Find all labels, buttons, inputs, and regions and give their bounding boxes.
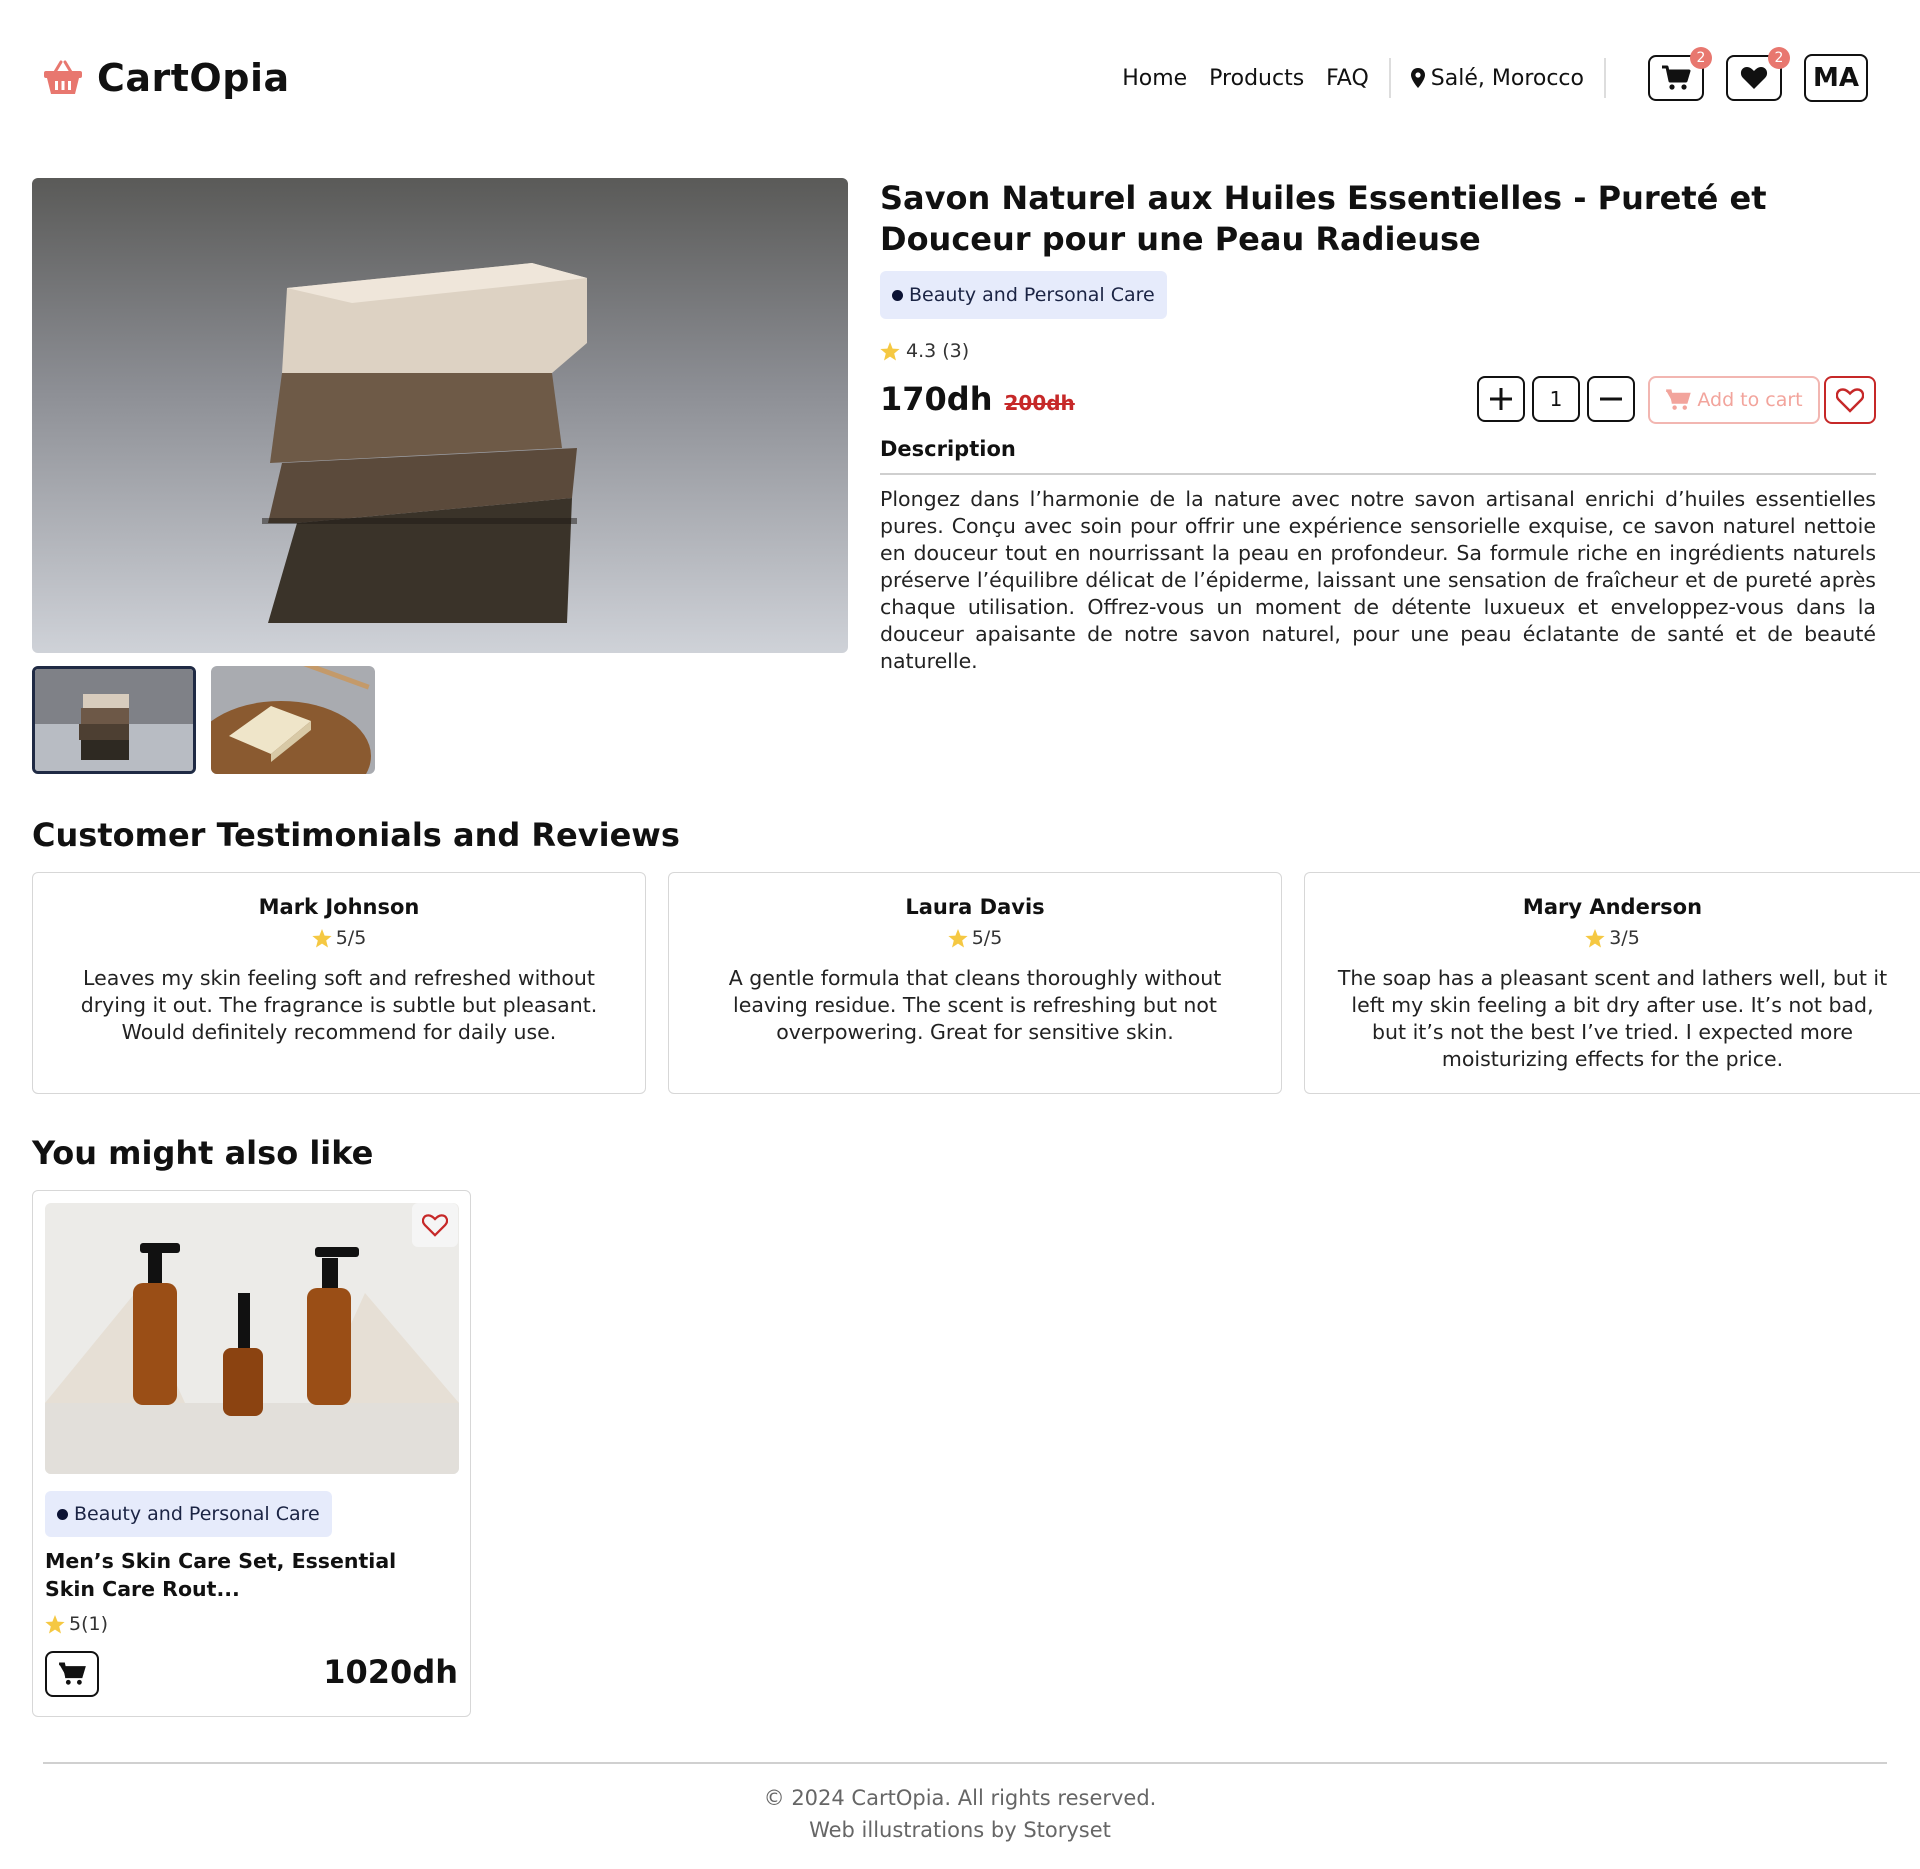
cart-count-badge: 2 [1690,47,1712,69]
brand-name: CartOpia [97,56,290,100]
product-price: 170dh 200dh [880,380,1075,418]
quantity-value[interactable]: 1 [1532,376,1580,422]
basket-icon [44,60,82,94]
footer-divider [43,1762,1887,1764]
star-icon [880,341,900,360]
review-score-value: 5/5 [971,927,1003,949]
location-label: Salé, Morocco [1430,65,1584,91]
cart-icon [59,1662,86,1685]
nav-divider [1604,58,1606,98]
add-to-cart-button[interactable]: Add to cart [1648,376,1820,424]
nav-home-link[interactable]: Home [1122,66,1187,91]
decrease-quantity-button[interactable] [1587,376,1635,422]
cart-button[interactable]: 2 [1648,47,1712,101]
star-icon [948,928,968,947]
rating-value: 4.3 (3) [906,340,970,362]
site-header: CartOpia Home Products FAQ Salé, Morocco… [0,0,1920,156]
current-price: 170dh [880,380,993,418]
review-score: 5/5 [33,927,645,949]
increase-quantity-button[interactable] [1477,376,1525,422]
product-card-image [45,1203,459,1474]
nav-divider [1388,58,1391,98]
heart-icon [1740,67,1768,89]
minus-icon [1600,397,1622,401]
footer-credit[interactable]: Web illustrations by Storyset [0,1818,1920,1842]
product-card-rating: 5(1) [45,1613,108,1635]
nav-faq-link[interactable]: FAQ [1326,66,1369,91]
main-nav: Home Products FAQ Salé, Morocco 2 2 MA [1122,47,1868,102]
product-card[interactable]: Beauty and Personal Care Men’s Skin Care… [32,1190,471,1717]
plus-icon [1490,388,1512,410]
star-icon [1585,928,1605,947]
review-card: Mary Anderson 3/5 The soap has a pleasan… [1304,872,1920,1094]
description-divider [880,473,1876,475]
product-main-image [32,178,848,653]
category-label: Beauty and Personal Care [909,284,1155,306]
review-score: 5/5 [669,927,1281,949]
product-card-price: 1020dh [323,1653,458,1691]
serum-bottles-photo [45,1203,459,1474]
wishlist-button[interactable]: 2 [1726,47,1790,101]
add-to-wishlist-button[interactable] [1824,376,1876,424]
original-price: 200dh [1004,391,1075,415]
review-text: A gentle formula that cleans thoroughly … [728,966,1222,1044]
soap-bar-thumbnail [211,666,375,774]
cart-icon [1666,389,1692,410]
footer-copyright: © 2024 CartOpia. All rights reserved. [763,1786,1157,1810]
quantity-stepper: 1 [1477,376,1635,422]
wishlist-count-badge: 2 [1768,47,1790,69]
reviewer-name: Mark Johnson [258,895,420,919]
category-badge[interactable]: Beauty and Personal Care [880,271,1167,319]
product-rating: 4.3 (3) [880,340,969,362]
favorite-button[interactable] [412,1203,458,1247]
description-heading: Description [880,437,1016,461]
category-dot-icon [892,289,903,301]
soap-stack-photo [32,178,848,653]
nav-products-link[interactable]: Products [1209,66,1304,91]
product-title: Savon Naturel aux Huiles Essentielles - … [880,179,1767,258]
category-label: Beauty and Personal Care [74,1503,320,1525]
cart-icon [1662,65,1691,90]
category-badge[interactable]: Beauty and Personal Care [45,1491,332,1537]
reviews-heading: Customer Testimonials and Reviews [32,816,680,854]
review-score-value: 3/5 [1609,927,1640,949]
recommendations-heading: You might also like [32,1134,374,1172]
user-menu-button[interactable]: MA [1804,54,1868,102]
add-to-cart-label: Add to cart [1697,389,1803,411]
product-thumbnail-1[interactable] [32,666,196,774]
star-icon [45,1614,65,1633]
description-text: Plongez dans l’harmonie de la nature ave… [880,487,1876,673]
product-card-title[interactable]: Men’s Skin Care Set, Essential Skin Care… [45,1547,445,1603]
location-selector[interactable]: Salé, Morocco [1410,65,1584,91]
review-text: The soap has a pleasant scent and lather… [1337,966,1888,1071]
product-thumbnail-2[interactable] [211,666,375,774]
brand-logo[interactable]: CartOpia [43,56,290,100]
soap-stack-thumbnail [35,669,193,771]
heart-outline-icon [1836,387,1864,413]
map-pin-icon [1410,68,1425,88]
reviewer-name: Mary Anderson [1522,895,1703,919]
review-score: 3/5 [1305,927,1920,949]
review-score-value: 5/5 [335,927,367,949]
heart-outline-icon [422,1213,448,1237]
reviewer-name: Laura Davis [905,895,1045,919]
review-card: Mark Johnson 5/5 Leaves my skin feeling … [32,872,646,1094]
add-to-cart-button[interactable] [45,1651,99,1697]
review-text: Leaves my skin feeling soft and refreshe… [80,966,598,1044]
rating-value: 5(1) [69,1613,109,1635]
review-card: Laura Davis 5/5 A gentle formula that cl… [668,872,1282,1094]
category-dot-icon [57,1508,68,1520]
star-icon [312,928,332,947]
